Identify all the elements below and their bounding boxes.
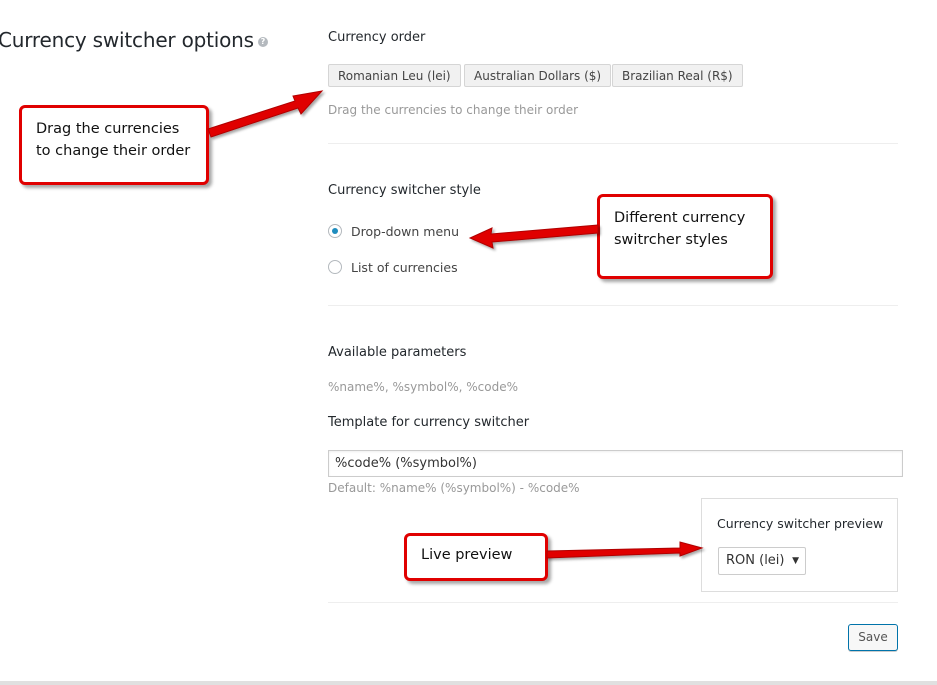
page-title-text: Currency switcher options xyxy=(0,28,254,52)
preview-selected-value: RON (lei) xyxy=(726,553,785,568)
divider xyxy=(328,602,898,603)
currency-chip-ron[interactable]: Romanian Leu (lei) xyxy=(328,64,461,87)
arrow-to-preview xyxy=(546,541,704,559)
available-parameters-value: %name%, %symbol%, %code% xyxy=(328,380,518,394)
callout-styles-line-1: Different currency xyxy=(614,210,746,226)
callout-preview-note: Live preview xyxy=(404,533,548,581)
callout-drag-line-1: Drag the currencies xyxy=(36,121,180,137)
callout-styles-note: Different currency switrcher styles xyxy=(597,194,773,279)
template-input[interactable]: %code% (%symbol%) xyxy=(328,450,903,477)
preview-currency-select[interactable]: RON (lei) ▼ xyxy=(718,547,806,575)
currency-order-description: Drag the currencies to change their orde… xyxy=(328,103,579,117)
template-default-hint: Default: %name% (%symbol%) - %code% xyxy=(328,481,580,495)
radio-dropdown-label[interactable]: Drop-down menu xyxy=(351,224,459,239)
bottom-border xyxy=(0,681,937,685)
callout-drag-note: Drag the currencies to change their orde… xyxy=(19,105,209,185)
radio-dropdown[interactable] xyxy=(328,224,342,238)
page-title: Currency switcher options? xyxy=(0,28,268,52)
currency-chip-aud[interactable]: Australian Dollars ($) xyxy=(464,64,612,87)
template-label: Template for currency switcher xyxy=(328,415,530,430)
radio-list-label[interactable]: List of currencies xyxy=(351,260,458,275)
radio-list[interactable] xyxy=(328,260,342,274)
preview-panel: Currency switcher preview RON (lei) ▼ xyxy=(701,498,898,592)
switcher-style-label: Currency switcher style xyxy=(328,183,481,198)
available-parameters-label: Available parameters xyxy=(328,345,467,360)
currency-order-label: Currency order xyxy=(328,30,426,45)
help-icon[interactable]: ? xyxy=(257,36,268,47)
arrow-to-dropdown-option xyxy=(468,224,599,249)
callout-styles-line-2: switrcher styles xyxy=(614,232,728,248)
arrow-to-currency-order xyxy=(207,90,324,138)
preview-title: Currency switcher preview xyxy=(717,516,884,531)
save-button[interactable]: Save xyxy=(848,624,898,651)
chevron-down-icon: ▼ xyxy=(792,556,799,566)
divider xyxy=(328,143,898,144)
currency-chip-brl[interactable]: Brazilian Real (R$) xyxy=(612,64,743,87)
divider xyxy=(328,305,898,306)
callout-drag-line-2: to change their order xyxy=(36,143,191,159)
callout-preview-line: Live preview xyxy=(421,547,513,563)
